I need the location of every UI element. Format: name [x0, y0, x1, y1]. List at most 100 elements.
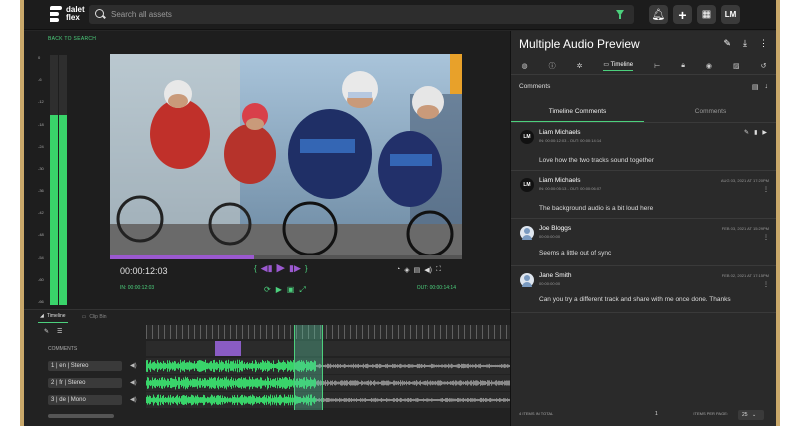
waveform-sample: [500, 381, 501, 385]
step-back-icon[interactable]: ◀▮: [261, 264, 273, 273]
waveform-sample: [372, 382, 373, 384]
tab-clip-bin[interactable]: ▭ Clip Bin: [80, 310, 109, 323]
user-avatar[interactable]: LM: [721, 5, 740, 24]
waveform-sample: [342, 364, 343, 368]
play-icon[interactable]: ▶: [277, 263, 285, 274]
waveform-sample: [451, 398, 452, 402]
waveform-sample: [239, 397, 240, 403]
tab-comments-list[interactable]: Comments: [644, 101, 776, 122]
playback-progress-bar[interactable]: [110, 255, 462, 259]
tab-timeline[interactable]: ◢ Timeline: [38, 310, 68, 323]
edit-comment-icon[interactable]: ✎: [744, 129, 749, 136]
sort-down-icon[interactable]: ↓: [765, 83, 769, 91]
waveform-sample: [241, 377, 242, 389]
speaker-icon[interactable]: ◀): [130, 379, 137, 386]
waveform-sample: [402, 364, 403, 368]
speed-icon[interactable]: ◔: [396, 266, 400, 274]
waveform-sample: [507, 398, 508, 402]
comment-item[interactable]: LM Liam Michaels IN: 00:00:05:13 - OUT: …: [511, 172, 776, 219]
video-frame[interactable]: [110, 54, 462, 255]
waveform-sample: [335, 364, 336, 368]
waveform-sample: [217, 362, 218, 370]
audio-lane-3[interactable]: [146, 392, 510, 408]
timeline-ruler[interactable]: [146, 325, 510, 339]
hierarchy-icon[interactable]: ⊢: [654, 62, 660, 70]
avatar: LM: [520, 130, 534, 144]
waveform-sample: [214, 395, 215, 405]
waveform-sample: [400, 397, 401, 403]
waveform-sample: [150, 396, 151, 404]
waveform-sample: [456, 380, 457, 386]
step-forward-icon[interactable]: ▮▶: [289, 264, 301, 273]
back-to-search-link[interactable]: BACK TO SEARCH: [48, 36, 96, 42]
filter-icon[interactable]: [616, 10, 624, 19]
notifications-button[interactable]: 🔔︎: [649, 5, 668, 24]
location-icon[interactable]: ◉: [706, 62, 712, 70]
comment-item[interactable]: Joe Bloggs 00:00:00:00 FEB 03, 2021 AT 1…: [511, 220, 776, 266]
history-icon[interactable]: ↺: [761, 62, 767, 70]
track-label-3[interactable]: 3 | de | Mono: [48, 395, 122, 405]
waveform-sample: [247, 362, 248, 370]
track-label-1[interactable]: 1 | en | Stereo: [48, 361, 122, 371]
comment-marker[interactable]: [215, 341, 241, 356]
globe-icon[interactable]: ◍: [521, 62, 527, 70]
comment-icon[interactable]: ◈: [404, 266, 409, 274]
fullscreen-icon[interactable]: ⛶: [436, 266, 441, 274]
mark-in-icon[interactable]: {: [254, 264, 257, 273]
delete-comment-icon[interactable]: ▮: [754, 129, 757, 136]
waveform-sample: [421, 363, 422, 369]
info-icon[interactable]: ⓘ: [549, 61, 556, 71]
waveform-sample: [260, 377, 261, 389]
speaker-icon[interactable]: ◀): [130, 362, 137, 369]
vu-tick-label: -48: [38, 232, 44, 238]
edit-icon[interactable]: ✎: [44, 328, 49, 335]
pencil-icon[interactable]: ✎: [723, 38, 731, 49]
apps-button[interactable]: ▦: [697, 5, 716, 24]
current-page[interactable]: 1: [655, 411, 658, 417]
comment-author: Liam Michaels: [539, 177, 581, 184]
waveform-sample: [384, 380, 385, 386]
timeline-scrollbar[interactable]: [48, 414, 114, 418]
panel-actions: ✎ ⤓ ⋮: [723, 38, 768, 49]
comment-item[interactable]: LM Liam Michaels IN: 00:00:12:03 - OUT: …: [511, 124, 776, 171]
audio-lane-1[interactable]: [146, 358, 510, 374]
play-comment-icon[interactable]: ▶: [762, 129, 767, 136]
settings-icon[interactable]: ✲: [577, 62, 583, 70]
more-icon[interactable]: ⋮: [763, 234, 769, 241]
waveform-sample: [489, 363, 490, 369]
track-label-2[interactable]: 2 | fr | Stereo: [48, 378, 122, 388]
waveform-sample: [291, 379, 292, 387]
volume-icon[interactable]: ◀): [424, 266, 432, 274]
logo[interactable]: dalet flex: [50, 6, 88, 22]
search-input[interactable]: [111, 7, 591, 22]
add-marker-icon[interactable]: ▣: [287, 285, 295, 295]
lock-icon[interactable]: 🔒︎: [681, 62, 685, 70]
play-selection-icon[interactable]: ▶: [276, 285, 282, 295]
items-per-page-select[interactable]: 25 ⌄: [738, 410, 764, 420]
timeline-selection[interactable]: [294, 325, 323, 410]
mark-out-icon[interactable]: }: [305, 264, 308, 273]
waveform-sample: [506, 398, 507, 402]
waveform-sample: [441, 364, 442, 368]
comment-item[interactable]: Jane Smith 00:00:00:00 FEB 02, 2021 AT 1…: [511, 267, 776, 313]
expand-icon[interactable]: ⤢: [299, 285, 305, 295]
image-icon[interactable]: ▨: [733, 62, 740, 70]
waveform-sample: [332, 365, 333, 367]
add-comment-icon[interactable]: ▤: [752, 83, 759, 91]
more-icon[interactable]: ⋮: [763, 186, 769, 193]
tab-timeline-comments[interactable]: ▭ Timeline: [603, 61, 634, 71]
waveform-sample: [506, 364, 507, 368]
download-icon[interactable]: ⤓: [743, 38, 747, 49]
waveform-sample: [438, 380, 439, 386]
loop-icon[interactable]: ⟳: [264, 285, 271, 295]
audio-lane-2[interactable]: [146, 375, 510, 391]
more-vertical-icon[interactable]: ⋮: [759, 38, 768, 49]
waveform-sample: [336, 364, 337, 368]
waveform-sample: [333, 398, 334, 402]
list-icon[interactable]: ☰: [57, 328, 62, 335]
more-icon[interactable]: ⋮: [763, 281, 769, 288]
tab-timeline-comments-list[interactable]: Timeline Comments: [511, 101, 644, 122]
add-button[interactable]: +: [673, 5, 692, 24]
layers-icon[interactable]: ▤: [414, 266, 421, 274]
speaker-icon[interactable]: ◀): [130, 396, 137, 403]
